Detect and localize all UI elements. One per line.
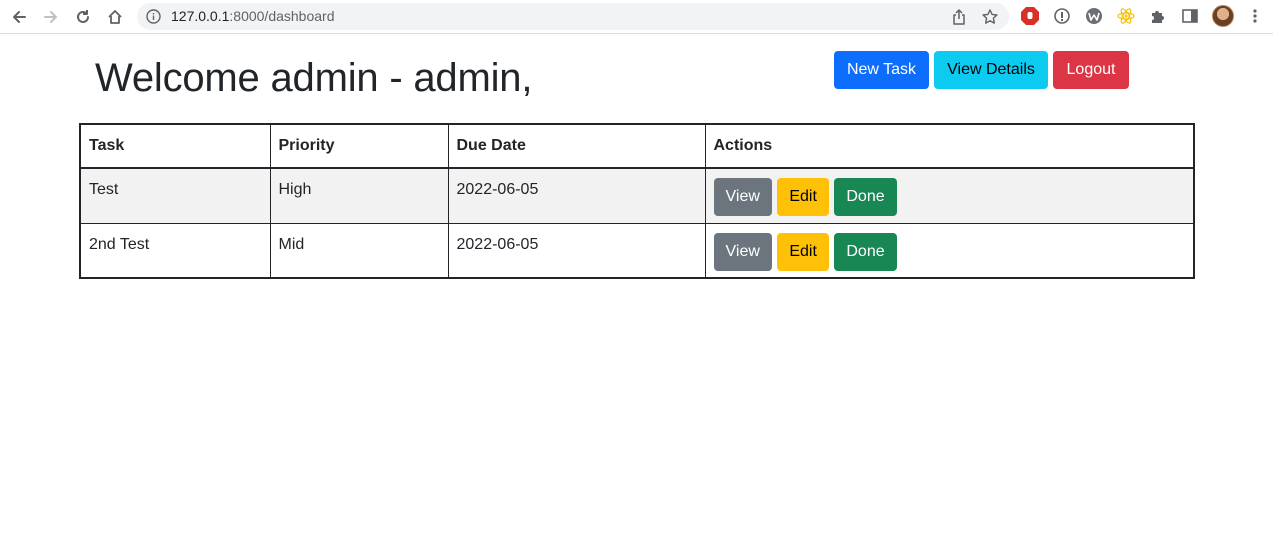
new-task-button[interactable]: New Task [834, 51, 929, 89]
view-details-button[interactable]: View Details [934, 51, 1048, 89]
column-header-actions: Actions [704, 123, 1195, 169]
done-task-button[interactable]: Done [834, 232, 897, 271]
actions-cell: View Edit Done [704, 222, 1195, 279]
react-devtools-icon[interactable] [1116, 6, 1136, 26]
due-date-cell: 2022-06-05 [447, 167, 706, 224]
share-icon[interactable] [949, 7, 969, 27]
profile-avatar[interactable] [1212, 5, 1234, 27]
task-cell: 2nd Test [79, 222, 271, 279]
priority-cell: High [269, 167, 449, 224]
priority-cell: Mid [269, 222, 449, 279]
actions-cell: View Edit Done [704, 167, 1195, 224]
bookmark-star-icon[interactable] [980, 7, 1000, 27]
table-row: 2nd Test Mid 2022-06-05 View Edit Done [79, 222, 1195, 279]
browser-menu-icon[interactable] [1245, 6, 1265, 26]
info-extension-icon[interactable] [1052, 6, 1072, 26]
column-header-priority: Priority [269, 123, 449, 169]
forward-arrow-icon[interactable] [39, 5, 63, 29]
address-bar[interactable]: 127.0.0.1:8000/dashboard [137, 3, 1009, 30]
done-task-button[interactable]: Done [834, 178, 897, 216]
wappalyzer-extension-icon[interactable] [1084, 6, 1104, 26]
edit-task-button[interactable]: Edit [777, 178, 829, 216]
column-header-due-date: Due Date [447, 123, 706, 169]
browser-toolbar: 127.0.0.1:8000/dashboard [0, 0, 1273, 34]
side-panel-icon[interactable] [1180, 6, 1200, 26]
welcome-heading: Welcome admin - admin, [95, 56, 533, 100]
edit-task-button[interactable]: Edit [777, 232, 829, 271]
dashboard-page: Welcome admin - admin, New Task View Det… [0, 35, 1273, 552]
view-task-button[interactable]: View [713, 178, 772, 216]
due-date-cell: 2022-06-05 [447, 222, 706, 279]
logout-button[interactable]: Logout [1053, 51, 1129, 89]
site-info-icon[interactable] [145, 8, 162, 25]
column-header-task: Task [79, 123, 271, 169]
table-header-row: Task Priority Due Date Actions [79, 123, 1195, 169]
url-path: :8000/dashboard [229, 8, 335, 24]
extensions-puzzle-icon[interactable] [1148, 6, 1168, 26]
reload-icon[interactable] [71, 5, 95, 29]
view-task-button[interactable]: View [713, 232, 772, 271]
url-text: 127.0.0.1:8000/dashboard [171, 8, 334, 25]
tasks-table: Task Priority Due Date Actions Test High… [79, 123, 1195, 279]
home-icon[interactable] [103, 5, 127, 29]
table-row: Test High 2022-06-05 View Edit Done [79, 167, 1195, 224]
url-host: 127.0.0.1 [171, 8, 230, 24]
back-arrow-icon[interactable] [7, 5, 31, 29]
adblock-extension-icon[interactable] [1020, 6, 1040, 26]
task-cell: Test [79, 167, 271, 224]
